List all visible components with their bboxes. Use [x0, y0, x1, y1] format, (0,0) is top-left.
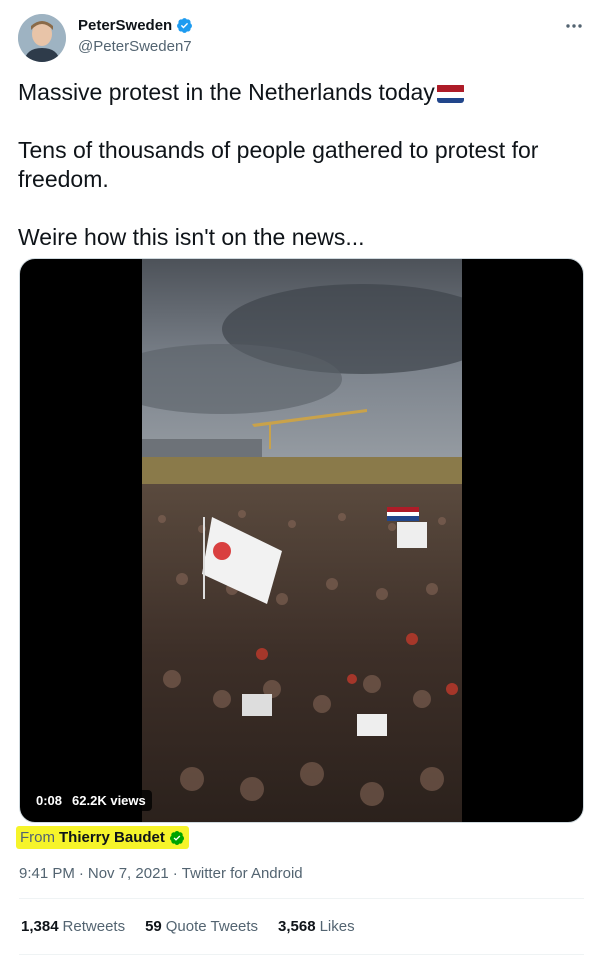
retweets-label: Retweets [62, 918, 126, 935]
video-attribution[interactable]: From Thierry Baudet [16, 826, 189, 849]
retweets-count: 1,384 [21, 918, 59, 935]
quote-tweets-stat[interactable]: 59 Quote Tweets [145, 918, 258, 935]
tweet-line-2: Tens of thousands of people gathered to … [18, 137, 539, 192]
likes-label: Likes [319, 918, 355, 935]
source-name[interactable]: Thierry Baudet [59, 829, 165, 846]
quote-tweets-label: Quote Tweets [165, 918, 259, 935]
tweet-text: Massive protest in the Netherlands today… [18, 78, 584, 252]
avatar-image [18, 14, 66, 62]
author-display-name[interactable]: PeterSweden [78, 17, 172, 34]
video-thumbnail [142, 259, 462, 822]
video-frame[interactable] [142, 259, 462, 822]
divider [19, 898, 584, 899]
verified-badge-icon [177, 18, 193, 33]
video-meta-overlay: 0:08 62.2K views [30, 790, 152, 811]
verified-badge-icon [169, 830, 184, 845]
meta-separator: · [78, 865, 84, 882]
avatar[interactable] [18, 14, 66, 62]
divider [19, 954, 584, 955]
tweet-date[interactable]: Nov 7, 2021 [88, 865, 169, 882]
tweet-line-1-text: Massive protest in the Netherlands today [18, 79, 435, 105]
tweet-meta: 9:41 PM · Nov 7, 2021 · Twitter for Andr… [19, 865, 303, 882]
more-options-icon[interactable] [564, 16, 584, 36]
tweet-line-1: Massive protest in the Netherlands today [18, 78, 584, 107]
retweets-stat[interactable]: 1,384 Retweets [21, 918, 125, 935]
tweet-time[interactable]: 9:41 PM [19, 865, 75, 882]
tweet-stats: 1,384 Retweets 59 Quote Tweets 3,568 Lik… [21, 918, 355, 935]
video-player[interactable] [19, 258, 584, 823]
meta-separator: · [172, 865, 178, 882]
likes-count: 3,568 [278, 918, 316, 935]
tweet-client[interactable]: Twitter for Android [182, 865, 303, 882]
author-handle[interactable]: @PeterSweden7 [78, 38, 192, 55]
from-label: From [20, 829, 55, 846]
author-name-row[interactable]: PeterSweden [78, 17, 193, 34]
likes-stat[interactable]: 3,568 Likes [278, 918, 355, 935]
tweet-line-3: Weire how this isn't on the news... [18, 224, 365, 250]
video-duration: 0:08 [36, 793, 63, 808]
netherlands-flag-icon [436, 83, 464, 103]
video-views: 62.2K views [72, 793, 146, 808]
quote-tweets-count: 59 [145, 918, 162, 935]
